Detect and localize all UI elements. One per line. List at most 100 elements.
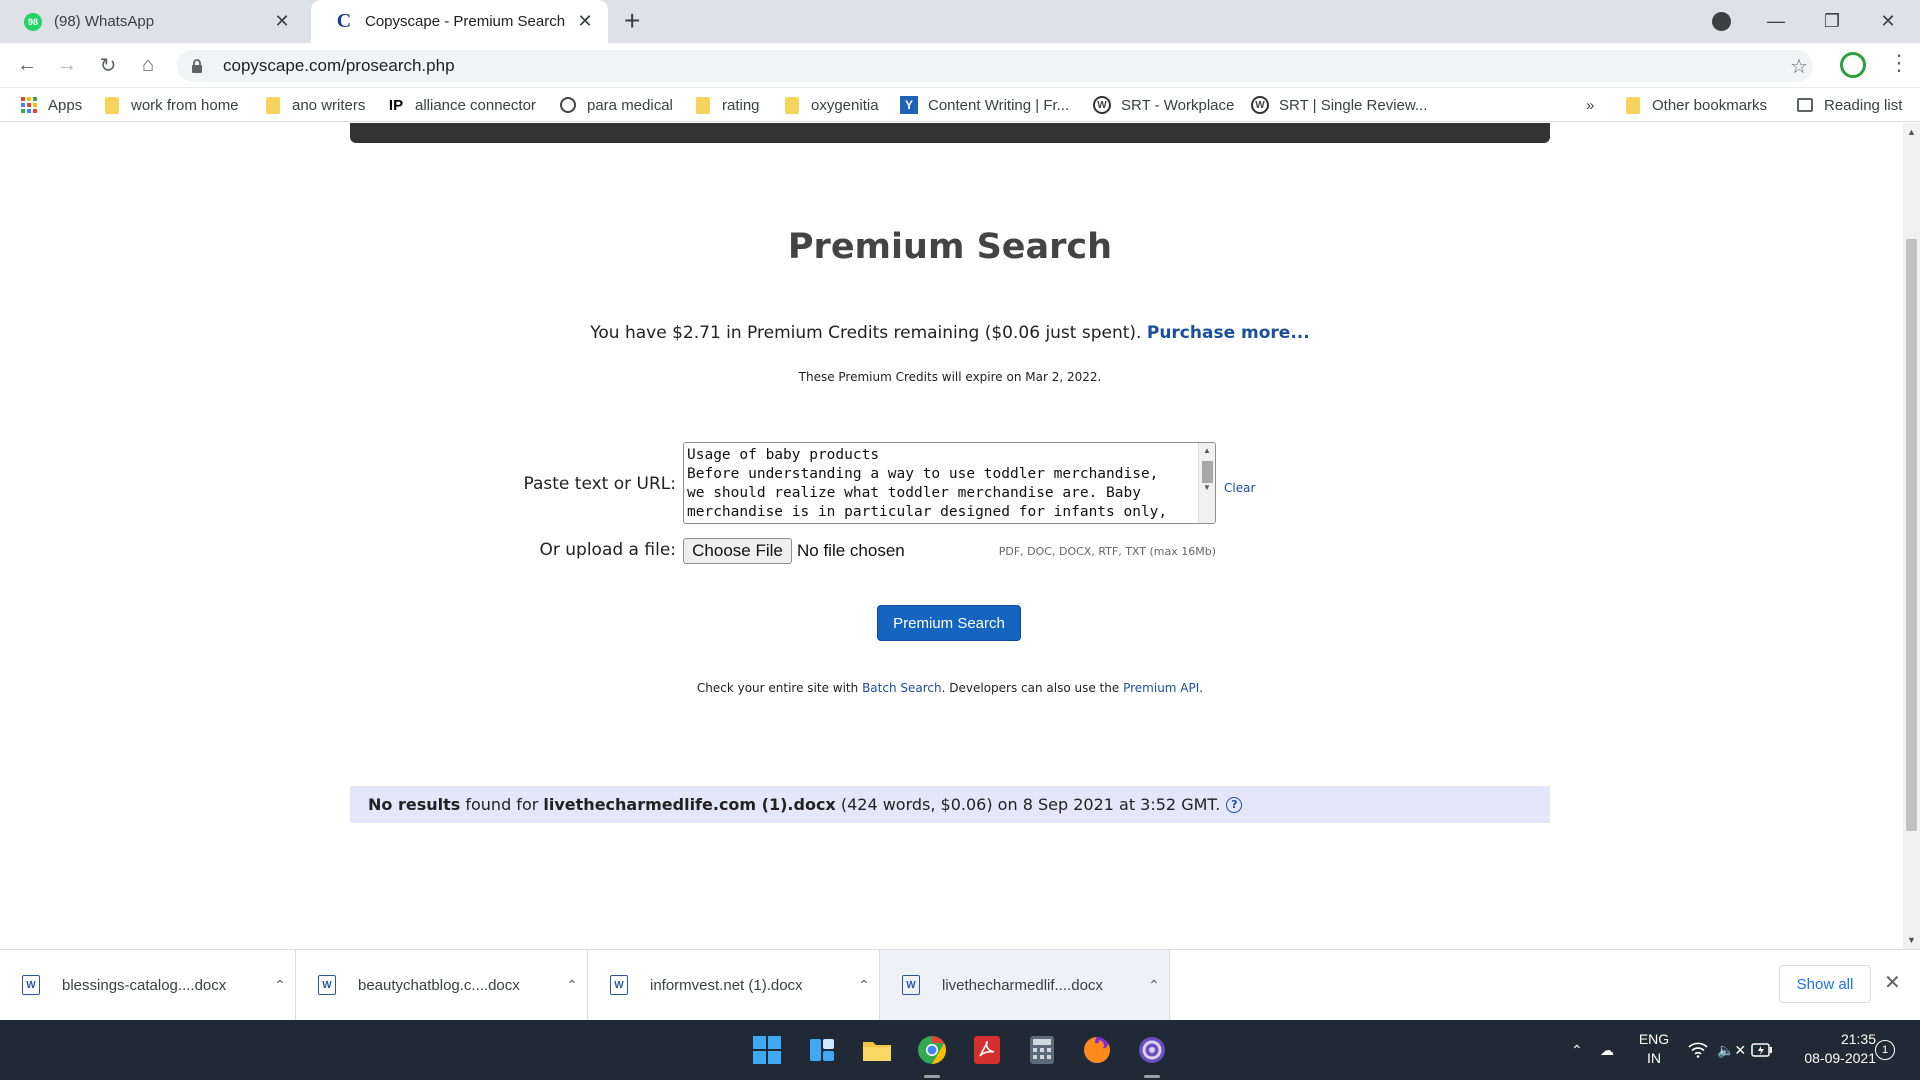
download-item[interactable]: W livethecharmedlif....docx ⌃ <box>880 950 1170 1020</box>
wifi-icon[interactable] <box>1688 1020 1708 1080</box>
volume-muted-icon[interactable]: 🔈✕ <box>1717 1020 1746 1080</box>
page-viewport: Premium Search You have $2.71 in Premium… <box>0 123 1903 949</box>
show-all-downloads-button[interactable]: Show all <box>1779 965 1871 1003</box>
page-scrollbar-thumb[interactable] <box>1906 239 1917 831</box>
back-icon[interactable]: ← <box>12 50 42 80</box>
scroll-up-icon[interactable]: ▲ <box>1203 446 1211 455</box>
bookmark-alliance-connector[interactable]: IP alliance connector <box>387 95 536 115</box>
chevron-up-icon[interactable]: ⌃ <box>265 977 295 994</box>
textarea-scrollbar[interactable]: ▲ ▼ <box>1198 443 1215 523</box>
paste-textarea[interactable]: Usage of baby products Before understand… <box>683 442 1216 524</box>
folder-icon <box>1624 96 1642 114</box>
chevron-up-icon[interactable]: ⌃ <box>1139 977 1169 994</box>
word-document-icon: W <box>318 975 336 995</box>
language-indicator[interactable]: ENG IN <box>1637 1030 1671 1068</box>
bookmark-srt-workplace[interactable]: W SRT - Workplace <box>1093 95 1234 115</box>
bookmark-para-medical[interactable]: para medical <box>559 95 673 115</box>
onedrive-icon[interactable]: ☁ <box>1600 1020 1614 1080</box>
minimize-icon[interactable]: — <box>1748 0 1804 43</box>
bookmark-rating[interactable]: rating <box>694 95 760 115</box>
batch-search-line: Check your entire site with Batch Search… <box>696 681 1204 695</box>
active-app-indicator <box>924 1075 940 1078</box>
new-tab-button[interactable]: + <box>624 7 640 35</box>
bookmark-work-from-home[interactable]: work from home <box>103 95 239 115</box>
downloads-shelf: W blessings-catalog....docx ⌃ W beautych… <box>0 949 1920 1020</box>
chrome-icon[interactable] <box>916 1034 948 1066</box>
bookmark-apps[interactable]: Apps <box>20 95 82 115</box>
premium-search-button[interactable]: Premium Search <box>877 605 1021 641</box>
widgets-icon[interactable] <box>806 1034 838 1066</box>
word-document-icon: W <box>610 975 628 995</box>
bookmark-oxygenitia[interactable]: oxygenitia <box>783 95 879 115</box>
credits-text: You have $2.71 in Premium Credits remain… <box>590 323 1142 343</box>
home-icon[interactable]: ⌂ <box>133 50 163 80</box>
bookmark-content-writing[interactable]: Y Content Writing | Fr... <box>900 95 1069 115</box>
tab-strip: 98 (98) WhatsApp ✕ C Copyscape - Premium… <box>0 0 1920 43</box>
result-filename: livethecharmedlife.com (1).docx <box>543 795 836 814</box>
active-app-indicator <box>1144 1075 1160 1078</box>
bookmark-ano-writers[interactable]: ano writers <box>264 95 365 115</box>
bookmark-star-icon[interactable]: ☆ <box>1790 54 1808 79</box>
download-item[interactable]: W blessings-catalog....docx ⌃ <box>0 950 296 1020</box>
download-item[interactable]: W beautychatblog.c....docx ⌃ <box>296 950 588 1020</box>
address-bar[interactable]: copyscape.com/prosearch.php <box>177 50 1813 82</box>
batch-search-link[interactable]: Batch Search <box>862 681 942 695</box>
purchase-more-link[interactable]: Purchase more... <box>1147 323 1310 343</box>
bookmarks-overflow-button[interactable]: » <box>1586 95 1594 115</box>
tab-search-icon[interactable] <box>1712 12 1731 31</box>
expire-text: These Premium Credits will expire on Mar… <box>798 370 1102 384</box>
close-icon[interactable]: ✕ <box>273 11 291 32</box>
scroll-down-icon[interactable]: ▼ <box>1203 483 1211 492</box>
result-summary: No results found for livethecharmedlife.… <box>350 786 1550 823</box>
upload-label: Or upload a file: <box>539 540 676 560</box>
system-clock[interactable]: 21:35 08-09-2021 <box>1786 1030 1876 1068</box>
scrollbar-thumb[interactable] <box>1202 461 1213 483</box>
word-document-icon: W <box>902 975 920 995</box>
file-explorer-icon[interactable] <box>861 1034 893 1066</box>
bookmark-other-bookmarks[interactable]: Other bookmarks <box>1624 95 1767 115</box>
premium-api-link[interactable]: Premium API <box>1123 681 1199 695</box>
url-text: copyscape.com/prosearch.php <box>223 56 455 75</box>
whatsapp-icon: 98 <box>24 12 42 31</box>
forward-icon[interactable]: → <box>52 50 82 80</box>
folder-icon <box>694 96 712 114</box>
menu-icon[interactable]: ⋮ <box>1888 52 1910 74</box>
reload-icon[interactable]: ↻ <box>93 50 123 80</box>
notification-badge-icon[interactable]: 1 <box>1875 1040 1895 1060</box>
close-icon[interactable]: ✕ <box>576 11 594 32</box>
windows-taskbar: ⌃ ☁ ENG IN 🔈✕ 21:35 08-09-2021 1 <box>0 1020 1920 1080</box>
copyscape-icon: C <box>336 10 352 32</box>
close-downloads-icon[interactable]: ✕ <box>1884 970 1901 995</box>
bookmark-srt-single-review[interactable]: W SRT | Single Review... <box>1251 95 1427 115</box>
tab-copyscape[interactable]: C Copyscape - Premium Search ✕ <box>311 0 608 43</box>
chevron-up-icon[interactable]: ⌃ <box>849 977 879 994</box>
download-item[interactable]: W informvest.net (1).docx ⌃ <box>588 950 880 1020</box>
reading-list-button[interactable]: Reading list <box>1796 95 1902 115</box>
edge-icon[interactable] <box>1136 1034 1168 1066</box>
credits-line: You have $2.71 in Premium Credits remain… <box>0 323 1900 343</box>
tab-whatsapp[interactable]: 98 (98) WhatsApp ✕ <box>0 0 305 43</box>
globe-icon <box>559 96 577 114</box>
folder-icon <box>264 96 282 114</box>
show-hidden-icons-icon[interactable]: ⌃ <box>1571 1020 1583 1080</box>
windows-start-icon[interactable] <box>751 1034 783 1066</box>
result-details: (424 words, $0.06) on 8 Sep 2021 at 3:52… <box>840 795 1221 814</box>
battery-icon[interactable] <box>1751 1020 1773 1080</box>
calculator-icon[interactable] <box>1026 1034 1058 1066</box>
content-writing-icon: Y <box>900 96 918 114</box>
window-close-icon[interactable]: ✕ <box>1860 0 1916 43</box>
chevron-up-icon[interactable]: ⌃ <box>557 977 587 994</box>
help-icon[interactable]: ? <box>1226 796 1243 813</box>
firefox-icon[interactable] <box>1081 1034 1113 1066</box>
clear-link[interactable]: Clear <box>1224 481 1255 495</box>
page-title: Premium Search <box>787 227 1113 267</box>
reading-list-icon <box>1796 96 1814 114</box>
scroll-up-icon[interactable]: ▲ <box>1907 127 1916 137</box>
acrobat-icon[interactable] <box>971 1034 1003 1066</box>
restore-icon[interactable]: ❐ <box>1804 0 1860 43</box>
scroll-down-icon[interactable]: ▼ <box>1907 935 1916 945</box>
extension-icon[interactable] <box>1840 52 1866 78</box>
page-scrollbar[interactable]: ▲ ▼ <box>1903 123 1920 949</box>
choose-file-button[interactable]: Choose File <box>683 538 792 564</box>
site-navigation-bar[interactable] <box>350 123 1550 143</box>
